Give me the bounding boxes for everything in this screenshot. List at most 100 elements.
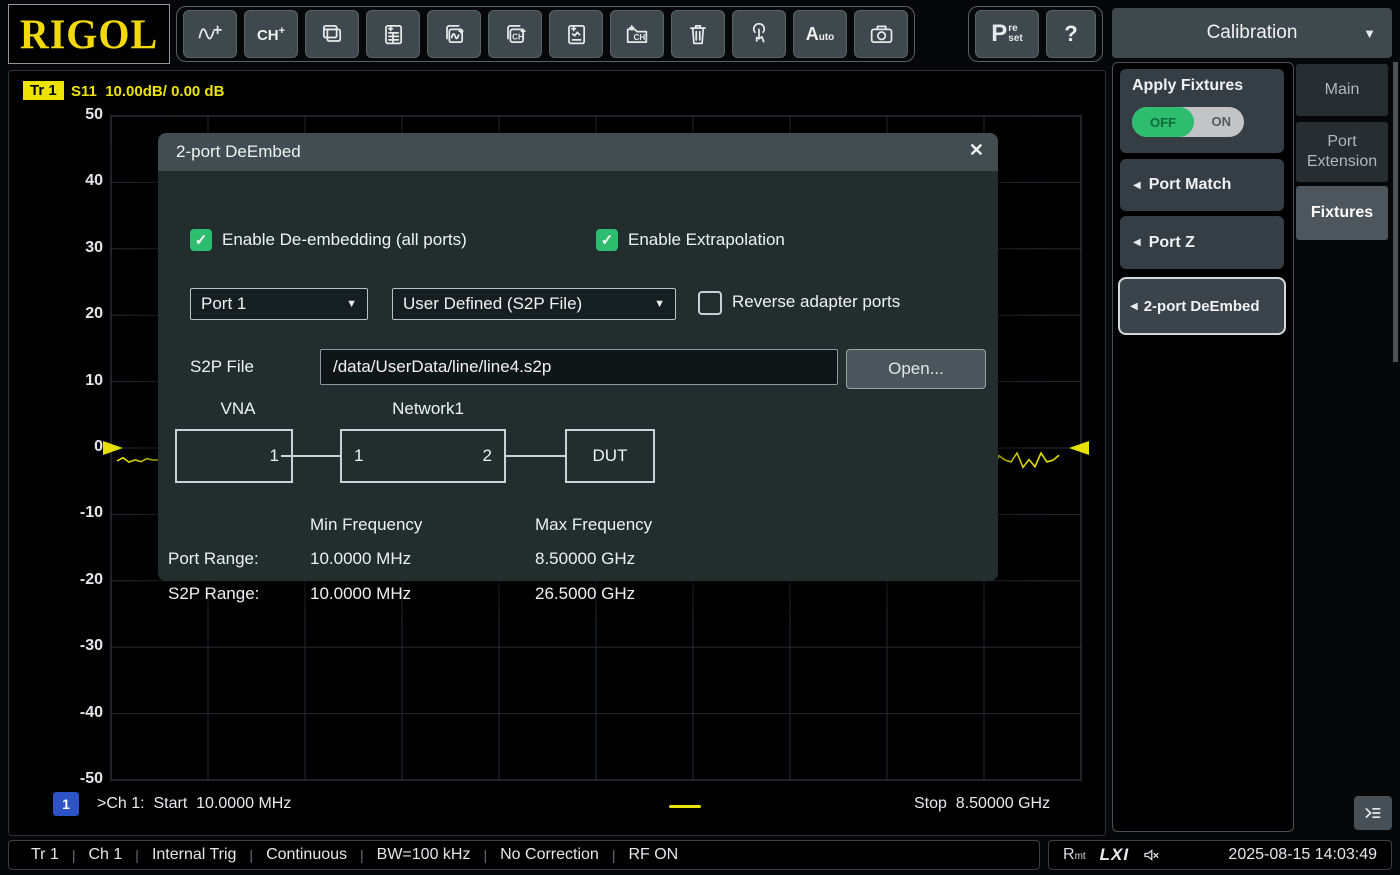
status-divider: |	[135, 847, 139, 863]
new-report-button[interactable]	[366, 10, 420, 58]
add-trace-window-button[interactable]	[427, 10, 481, 58]
open-file-button[interactable]: Open...	[846, 349, 986, 389]
status-item: No Correction	[500, 846, 599, 864]
adapter-type-dropdown[interactable]: User Defined (S2P File) ▼	[392, 288, 676, 320]
y-axis-tick: 50	[47, 106, 103, 124]
screenshot-button[interactable]	[854, 10, 908, 58]
channel-folder-button[interactable]: CH	[610, 10, 664, 58]
setup-list-plus-icon	[561, 20, 591, 48]
status-item: Ch 1	[89, 846, 123, 864]
port-range-min: 10.0000 MHz	[310, 549, 411, 569]
max-frequency-header: Max Frequency	[535, 515, 652, 535]
check-icon: ✓	[195, 231, 208, 249]
windows-stack-icon	[317, 20, 347, 48]
check-icon: ✓	[601, 231, 614, 249]
port-select-dropdown[interactable]: Port 1 ▼	[190, 288, 368, 320]
y-axis-tick: -10	[47, 504, 103, 522]
port-range-max: 8.50000 GHz	[535, 549, 635, 569]
y-axis-tick: 20	[47, 305, 103, 323]
main-toolbar: CH+ CH CH	[176, 6, 915, 62]
channel1-badge[interactable]: 1	[53, 792, 79, 816]
menu-collapse-button[interactable]	[1354, 796, 1392, 830]
help-button[interactable]: ?	[1046, 10, 1096, 58]
apply-fixtures-group: Apply Fixtures OFF ON	[1120, 69, 1284, 153]
enable-extrapolation-checkbox[interactable]: ✓	[596, 229, 618, 251]
two-port-deembed-dialog: 2-port DeEmbed ✕ ✓ Enable De-embedding (…	[158, 133, 998, 581]
y-axis-tick: -40	[47, 704, 103, 722]
toggle-off-state[interactable]: OFF	[1132, 107, 1194, 137]
status-item: Continuous	[266, 846, 347, 864]
connector-line	[506, 455, 565, 457]
dut-box: DUT	[565, 429, 655, 483]
connector-line	[281, 455, 340, 457]
status-bar: Tr 1|Ch 1|Internal Trig|Continuous|BW=10…	[8, 840, 1040, 870]
stop-frequency-label: Stop 8.50000 GHz	[914, 795, 1050, 813]
svg-text:CH: CH	[512, 32, 524, 41]
auto-scale-button[interactable]: Auto	[793, 10, 847, 58]
touch-icon	[744, 20, 774, 48]
enable-deembedding-checkbox[interactable]: ✓	[190, 229, 212, 251]
chevron-down-icon: ▼	[654, 298, 665, 310]
network1-box: 1 2	[340, 429, 506, 483]
start-frequency-label: >Ch 1: Start 10.0000 MHz	[97, 795, 291, 813]
preset-button[interactable]: P reset	[975, 10, 1039, 58]
vna-box: 1	[175, 429, 293, 483]
calibration-menu-button[interactable]: Calibration ▼	[1112, 8, 1392, 58]
tab-fixtures[interactable]: Fixtures	[1296, 186, 1388, 240]
port-z-button[interactable]: ◀ Port Z	[1120, 216, 1284, 269]
left-arrow-icon: ◀	[1130, 301, 1138, 312]
apply-fixtures-label: Apply Fixtures	[1132, 77, 1243, 95]
tab-main[interactable]: Main	[1296, 64, 1388, 116]
system-status-bar: Rmt LXI 2025-08-15 14:03:49	[1048, 840, 1392, 870]
network1-label: Network1	[368, 399, 488, 419]
port-range-label: Port Range:	[168, 549, 259, 569]
folder-channel-plus-icon: CH	[622, 20, 652, 48]
s2p-range-min: 10.0000 MHz	[310, 584, 411, 604]
y-axis-tick: 0	[47, 438, 103, 456]
lxi-indicator: LXI	[1100, 845, 1129, 865]
trash-icon	[683, 20, 713, 48]
apply-fixtures-toggle[interactable]: OFF ON	[1132, 107, 1244, 137]
add-channel-window-button[interactable]: CH	[488, 10, 542, 58]
window-layout-button[interactable]	[305, 10, 359, 58]
add-channel-button[interactable]: CH+	[244, 10, 298, 58]
port-match-button[interactable]: ◀ Port Match	[1120, 159, 1284, 211]
tab-port-extension[interactable]: Port Extension	[1296, 122, 1388, 182]
reverse-adapter-ports-checkbox[interactable]	[698, 291, 722, 315]
report-table-plus-icon	[378, 20, 408, 48]
dialog-titlebar[interactable]: 2-port DeEmbed ✕	[158, 133, 998, 171]
status-item: Internal Trig	[152, 846, 236, 864]
help-icon: ?	[1064, 23, 1077, 45]
s2p-range-max: 26.5000 GHz	[535, 584, 635, 604]
y-axis-tick: -20	[47, 571, 103, 589]
channel-plus-icon: CH+	[257, 26, 285, 43]
min-frequency-header: Min Frequency	[310, 515, 422, 535]
trace-plus-icon	[195, 20, 225, 48]
rigol-logo-text: RIGOL	[20, 9, 158, 58]
preset-icon: P reset	[991, 20, 1022, 48]
status-divider: |	[483, 847, 487, 863]
s2p-file-label: S2P File	[190, 357, 254, 377]
trace-window-plus-icon	[439, 20, 469, 48]
menu-collapse-icon	[1362, 803, 1384, 823]
trace1-badge[interactable]: Tr 1	[23, 81, 64, 100]
y-axis-tick: 30	[47, 239, 103, 257]
camera-icon	[866, 20, 896, 48]
setup-edit-button[interactable]	[549, 10, 603, 58]
status-item: Tr 1	[31, 846, 59, 864]
s2p-file-input[interactable]: /data/UserData/line/line4.s2p	[320, 349, 838, 385]
remote-indicator: Rmt	[1063, 846, 1086, 864]
status-divider: |	[72, 847, 76, 863]
two-port-deembed-button[interactable]: ◀ 2-port DeEmbed	[1118, 277, 1286, 335]
add-trace-button[interactable]	[183, 10, 237, 58]
sidebar-scrollbar[interactable]	[1393, 62, 1398, 362]
delete-button[interactable]	[671, 10, 725, 58]
touch-mode-button[interactable]	[732, 10, 786, 58]
y-axis-tick: -50	[47, 770, 103, 788]
close-icon[interactable]: ✕	[969, 140, 984, 161]
toggle-on-state[interactable]: ON	[1212, 114, 1232, 129]
enable-extrapolation-label: Enable Extrapolation	[628, 230, 785, 250]
y-axis-tick: 40	[47, 172, 103, 190]
rigol-logo: RIGOL	[8, 4, 170, 64]
calibration-menu-label: Calibration	[1207, 22, 1298, 44]
